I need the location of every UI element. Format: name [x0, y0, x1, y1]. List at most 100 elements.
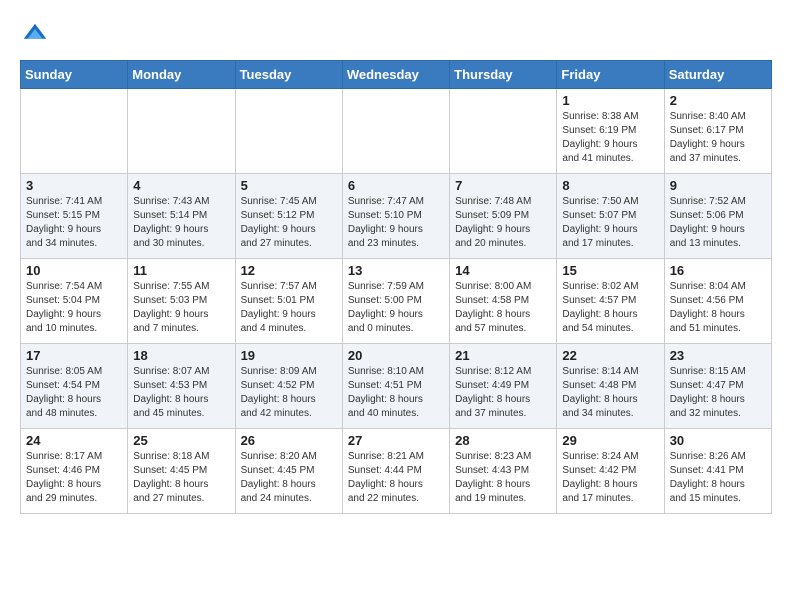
header-day-thursday: Thursday — [450, 61, 557, 89]
day-number: 18 — [133, 348, 229, 363]
day-info: Sunrise: 8:38 AMSunset: 6:19 PMDaylight:… — [562, 110, 658, 166]
calendar-cell: 26 Sunrise: 8:20 AMSunset: 4:45 PMDayligh… — [235, 429, 342, 514]
calendar-cell: 5 Sunrise: 7:45 AMSunset: 5:12 PMDaylight… — [235, 174, 342, 259]
day-info: Sunrise: 7:41 AMSunset: 5:15 PMDaylight:… — [26, 195, 122, 251]
day-info: Sunrise: 8:20 AMSunset: 4:45 PMDaylight:… — [241, 450, 337, 506]
calendar-table: SundayMondayTuesdayWednesdayThursdayFrid… — [20, 60, 772, 514]
day-number: 28 — [455, 433, 551, 448]
calendar-cell: 23 Sunrise: 8:15 AMSunset: 4:47 PMDayligh… — [664, 344, 771, 429]
day-number: 24 — [26, 433, 122, 448]
day-number: 12 — [241, 263, 337, 278]
day-number: 9 — [670, 178, 766, 193]
calendar-cell: 2Sunrise: 8:40 AMSunset: 6:17 PMDaylight… — [664, 89, 771, 174]
day-number: 13 — [348, 263, 444, 278]
calendar-cell: 14 Sunrise: 8:00 AMSunset: 4:58 PMDayligh… — [450, 259, 557, 344]
day-info: Sunrise: 7:52 AMSunset: 5:06 PMDaylight:… — [670, 195, 766, 251]
day-number: 10 — [26, 263, 122, 278]
week-row-1: 1 Sunrise: 8:38 AMSunset: 6:19 PMDaylight… — [21, 89, 772, 174]
header-day-friday: Friday — [557, 61, 664, 89]
day-number: 15 — [562, 263, 658, 278]
calendar-cell: 6 Sunrise: 7:47 AMSunset: 5:10 PMDaylight… — [342, 174, 449, 259]
calendar-cell: 19 Sunrise: 8:09 AMSunset: 4:52 PMDayligh… — [235, 344, 342, 429]
calendar-cell: 27Sunrise: 8:21 AMSunset: 4:44 PMDayligh… — [342, 429, 449, 514]
header-day-sunday: Sunday — [21, 61, 128, 89]
day-info: Sunrise: 8:21 AMSunset: 4:44 PMDaylight:… — [348, 450, 444, 506]
calendar-cell: 3 Sunrise: 7:41 AMSunset: 5:15 PMDaylight… — [21, 174, 128, 259]
week-row-4: 17 Sunrise: 8:05 AMSunset: 4:54 PMDayligh… — [21, 344, 772, 429]
calendar-cell: 21 Sunrise: 8:12 AMSunset: 4:49 PMDayligh… — [450, 344, 557, 429]
calendar-cell: 24 Sunrise: 8:17 AMSunset: 4:46 PMDayligh… — [21, 429, 128, 514]
logo — [20, 20, 54, 50]
day-info: Sunrise: 7:50 AMSunset: 5:07 PMDaylight:… — [562, 195, 658, 251]
day-number: 20 — [348, 348, 444, 363]
day-number: 6 — [348, 178, 444, 193]
calendar-cell: 13 Sunrise: 7:59 AMSunset: 5:00 PMDayligh… — [342, 259, 449, 344]
calendar-cell: 25Sunrise: 8:18 AMSunset: 4:45 PMDayligh… — [128, 429, 235, 514]
day-number: 16 — [670, 263, 766, 278]
week-row-2: 3 Sunrise: 7:41 AMSunset: 5:15 PMDaylight… — [21, 174, 772, 259]
calendar-cell: 30Sunrise: 8:26 AMSunset: 4:41 PMDayligh… — [664, 429, 771, 514]
header — [20, 20, 772, 50]
day-number: 7 — [455, 178, 551, 193]
day-number: 17 — [26, 348, 122, 363]
calendar-cell: 29Sunrise: 8:24 AMSunset: 4:42 PMDayligh… — [557, 429, 664, 514]
day-info: Sunrise: 7:48 AMSunset: 5:09 PMDaylight:… — [455, 195, 551, 251]
calendar-cell: 15 Sunrise: 8:02 AMSunset: 4:57 PMDayligh… — [557, 259, 664, 344]
calendar-cell — [235, 89, 342, 174]
day-info: Sunrise: 7:45 AMSunset: 5:12 PMDaylight:… — [241, 195, 337, 251]
day-info: Sunrise: 8:26 AMSunset: 4:41 PMDaylight:… — [670, 450, 766, 506]
header-day-saturday: Saturday — [664, 61, 771, 89]
calendar-cell — [450, 89, 557, 174]
day-number: 22 — [562, 348, 658, 363]
day-number: 1 — [562, 93, 658, 108]
day-info: Sunrise: 7:43 AMSunset: 5:14 PMDaylight:… — [133, 195, 229, 251]
day-info: Sunrise: 8:02 AMSunset: 4:57 PMDaylight:… — [562, 280, 658, 336]
day-info: Sunrise: 8:12 AMSunset: 4:49 PMDaylight:… — [455, 365, 551, 421]
calendar-cell: 18 Sunrise: 8:07 AMSunset: 4:53 PMDayligh… — [128, 344, 235, 429]
day-info: Sunrise: 8:07 AMSunset: 4:53 PMDaylight:… — [133, 365, 229, 421]
calendar-cell: 17 Sunrise: 8:05 AMSunset: 4:54 PMDayligh… — [21, 344, 128, 429]
calendar-cell: 4Sunrise: 7:43 AMSunset: 5:14 PMDaylight… — [128, 174, 235, 259]
calendar-cell: 11 Sunrise: 7:55 AMSunset: 5:03 PMDayligh… — [128, 259, 235, 344]
day-number: 29 — [562, 433, 658, 448]
calendar-cell: 1 Sunrise: 8:38 AMSunset: 6:19 PMDaylight… — [557, 89, 664, 174]
calendar-cell: 20 Sunrise: 8:10 AMSunset: 4:51 PMDayligh… — [342, 344, 449, 429]
day-info: Sunrise: 8:15 AMSunset: 4:47 PMDaylight:… — [670, 365, 766, 421]
week-row-5: 24 Sunrise: 8:17 AMSunset: 4:46 PMDayligh… — [21, 429, 772, 514]
day-number: 5 — [241, 178, 337, 193]
day-number: 21 — [455, 348, 551, 363]
day-number: 14 — [455, 263, 551, 278]
day-info: Sunrise: 7:57 AMSunset: 5:01 PMDaylight:… — [241, 280, 337, 336]
day-info: Sunrise: 7:54 AMSunset: 5:04 PMDaylight:… — [26, 280, 122, 336]
header-day-tuesday: Tuesday — [235, 61, 342, 89]
day-number: 26 — [241, 433, 337, 448]
calendar-cell: 10 Sunrise: 7:54 AMSunset: 5:04 PMDayligh… — [21, 259, 128, 344]
calendar-cell: 16 Sunrise: 8:04 AMSunset: 4:56 PMDayligh… — [664, 259, 771, 344]
day-number: 19 — [241, 348, 337, 363]
header-day-monday: Monday — [128, 61, 235, 89]
day-info: Sunrise: 8:17 AMSunset: 4:46 PMDaylight:… — [26, 450, 122, 506]
day-info: Sunrise: 8:10 AMSunset: 4:51 PMDaylight:… — [348, 365, 444, 421]
day-info: Sunrise: 8:00 AMSunset: 4:58 PMDaylight:… — [455, 280, 551, 336]
week-row-3: 10 Sunrise: 7:54 AMSunset: 5:04 PMDayligh… — [21, 259, 772, 344]
calendar-cell: 7 Sunrise: 7:48 AMSunset: 5:09 PMDaylight… — [450, 174, 557, 259]
day-number: 8 — [562, 178, 658, 193]
header-day-wednesday: Wednesday — [342, 61, 449, 89]
day-number: 3 — [26, 178, 122, 193]
day-number: 23 — [670, 348, 766, 363]
day-info: Sunrise: 8:14 AMSunset: 4:48 PMDaylight:… — [562, 365, 658, 421]
day-info: Sunrise: 8:09 AMSunset: 4:52 PMDaylight:… — [241, 365, 337, 421]
calendar-cell — [128, 89, 235, 174]
day-info: Sunrise: 7:55 AMSunset: 5:03 PMDaylight:… — [133, 280, 229, 336]
day-info: Sunrise: 8:18 AMSunset: 4:45 PMDaylight:… — [133, 450, 229, 506]
calendar-cell — [21, 89, 128, 174]
day-number: 11 — [133, 263, 229, 278]
day-info: Sunrise: 8:05 AMSunset: 4:54 PMDaylight:… — [26, 365, 122, 421]
day-info: Sunrise: 8:23 AMSunset: 4:43 PMDaylight:… — [455, 450, 551, 506]
day-info: Sunrise: 7:59 AMSunset: 5:00 PMDaylight:… — [348, 280, 444, 336]
calendar-cell: 22 Sunrise: 8:14 AMSunset: 4:48 PMDayligh… — [557, 344, 664, 429]
calendar-cell: 28 Sunrise: 8:23 AMSunset: 4:43 PMDayligh… — [450, 429, 557, 514]
calendar-body: 1 Sunrise: 8:38 AMSunset: 6:19 PMDaylight… — [21, 89, 772, 514]
day-info: Sunrise: 8:04 AMSunset: 4:56 PMDaylight:… — [670, 280, 766, 336]
day-info: Sunrise: 7:47 AMSunset: 5:10 PMDaylight:… — [348, 195, 444, 251]
